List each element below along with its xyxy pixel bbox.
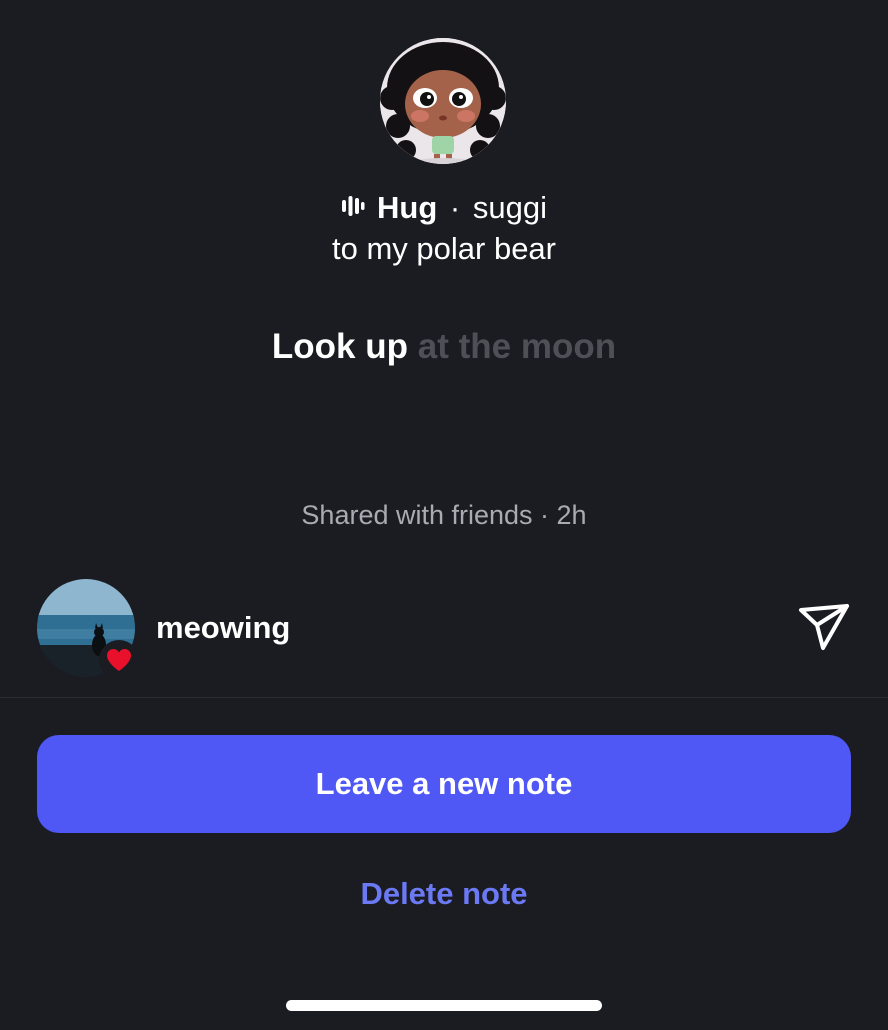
note-author-avatar[interactable] bbox=[380, 38, 506, 164]
leave-new-note-button[interactable]: Leave a new note bbox=[37, 735, 851, 833]
music-attribution[interactable]: Hug · suggi bbox=[0, 188, 888, 230]
note-caption: to my polar bear bbox=[332, 231, 556, 266]
delete-note-button[interactable]: Delete note bbox=[0, 872, 888, 916]
lyric-upcoming-text: at the moon bbox=[417, 327, 617, 366]
lyric-line: Look up at the moon bbox=[0, 325, 888, 369]
audio-bars-icon bbox=[341, 187, 365, 227]
song-title: Hug bbox=[377, 190, 438, 225]
section-divider bbox=[0, 697, 888, 698]
note-detail-screen: Hug · suggi to my polar bear Look up at … bbox=[0, 0, 888, 1030]
shared-audience-timestamp: Shared with friends · 2h bbox=[301, 500, 587, 530]
cartoon-girl-illustration bbox=[380, 38, 506, 164]
artist-name: suggi bbox=[472, 190, 547, 225]
reactor-username[interactable]: meowing bbox=[156, 610, 290, 646]
heart-icon bbox=[107, 649, 131, 671]
send-icon[interactable] bbox=[796, 600, 852, 656]
heart-reaction-badge bbox=[99, 640, 139, 680]
home-indicator[interactable] bbox=[286, 1000, 602, 1011]
lyric-active-text: Look up bbox=[271, 327, 409, 366]
separator-dot: · bbox=[449, 190, 461, 225]
